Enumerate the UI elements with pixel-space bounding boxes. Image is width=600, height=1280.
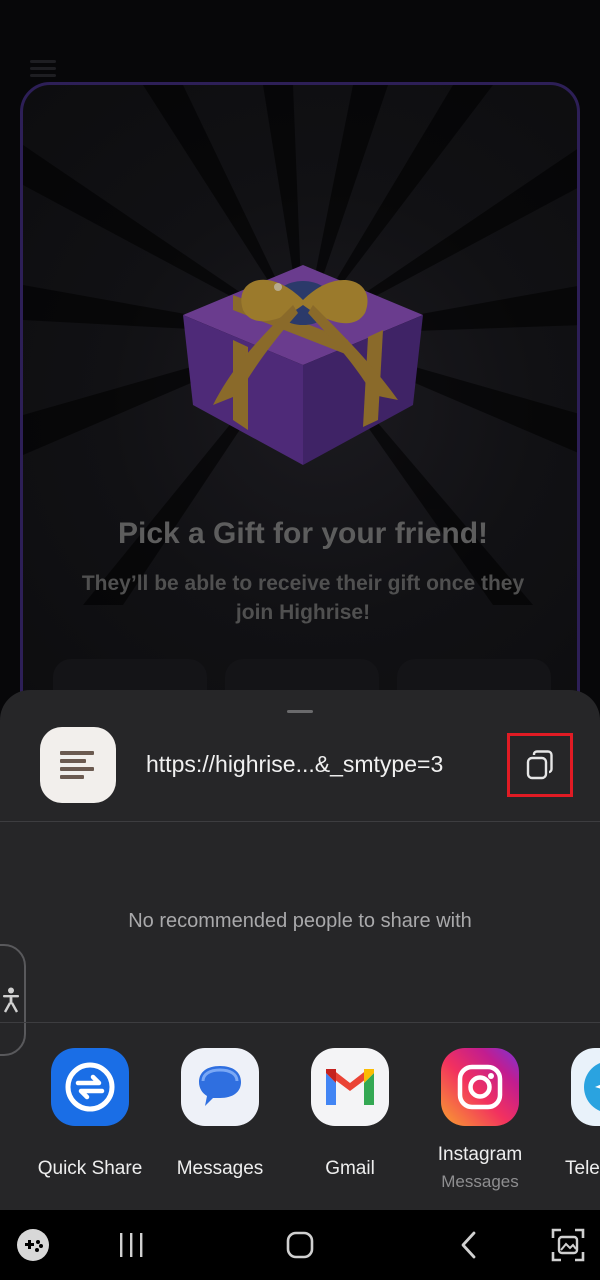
app-label: Instagram [437,1144,523,1165]
divider [0,821,600,822]
recent-apps-button[interactable] [112,1228,150,1262]
copy-link-button[interactable] [507,733,573,797]
no-recommended-people-text: No recommended people to share with [128,910,472,932]
shared-link-url: https://highrise...&_smtype=3 [146,751,444,777]
quick-share-icon [51,1048,129,1126]
gift-title: Pick a Gift for your friend! [117,517,489,550]
app-label: Tele [565,1158,600,1179]
menu-icon [30,60,56,77]
recent-apps-icon [120,1233,143,1257]
gmail-icon [311,1048,389,1126]
sheet-drag-handle[interactable] [287,710,313,713]
home-button[interactable] [281,1228,319,1262]
app-label: Quick Share [37,1158,143,1179]
app-label: Messages [176,1158,264,1179]
messages-icon [181,1048,259,1126]
screenshot-button[interactable] [548,1228,588,1262]
gift-card: Pick a Gift for your friend! They’ll be … [20,82,580,782]
system-navigation-bar [0,1210,600,1280]
document-icon [40,727,116,803]
app-label: Gmail [325,1158,375,1179]
app-sublabel: Messages [441,1172,519,1191]
share-sheet: https://highrise...&_smtype=3 No recomme… [0,690,600,1210]
screenshot-icon [551,1228,585,1262]
telegram-icon [571,1048,600,1126]
background-topbar [0,0,600,90]
back-icon [461,1231,476,1259]
game-launcher-button[interactable] [14,1228,52,1262]
share-app-telegram[interactable]: Tele [545,1048,600,1198]
home-icon [286,1231,314,1259]
copy-icon [526,750,553,780]
accessibility-icon [3,987,19,1013]
share-app-list: Quick Share Messages Gmail Instagram Mes… [0,1048,600,1198]
divider [0,1022,600,1023]
instagram-icon [441,1048,519,1126]
back-button[interactable] [450,1228,488,1262]
accessibility-shortcut-tab[interactable] [0,944,26,1056]
gift-subtitle: They’ll be able to receive their gift on… [81,572,525,624]
shared-link-row: https://highrise...&_smtype=3 [0,726,600,820]
game-launcher-icon [17,1229,49,1261]
gift-box-image [183,265,423,465]
